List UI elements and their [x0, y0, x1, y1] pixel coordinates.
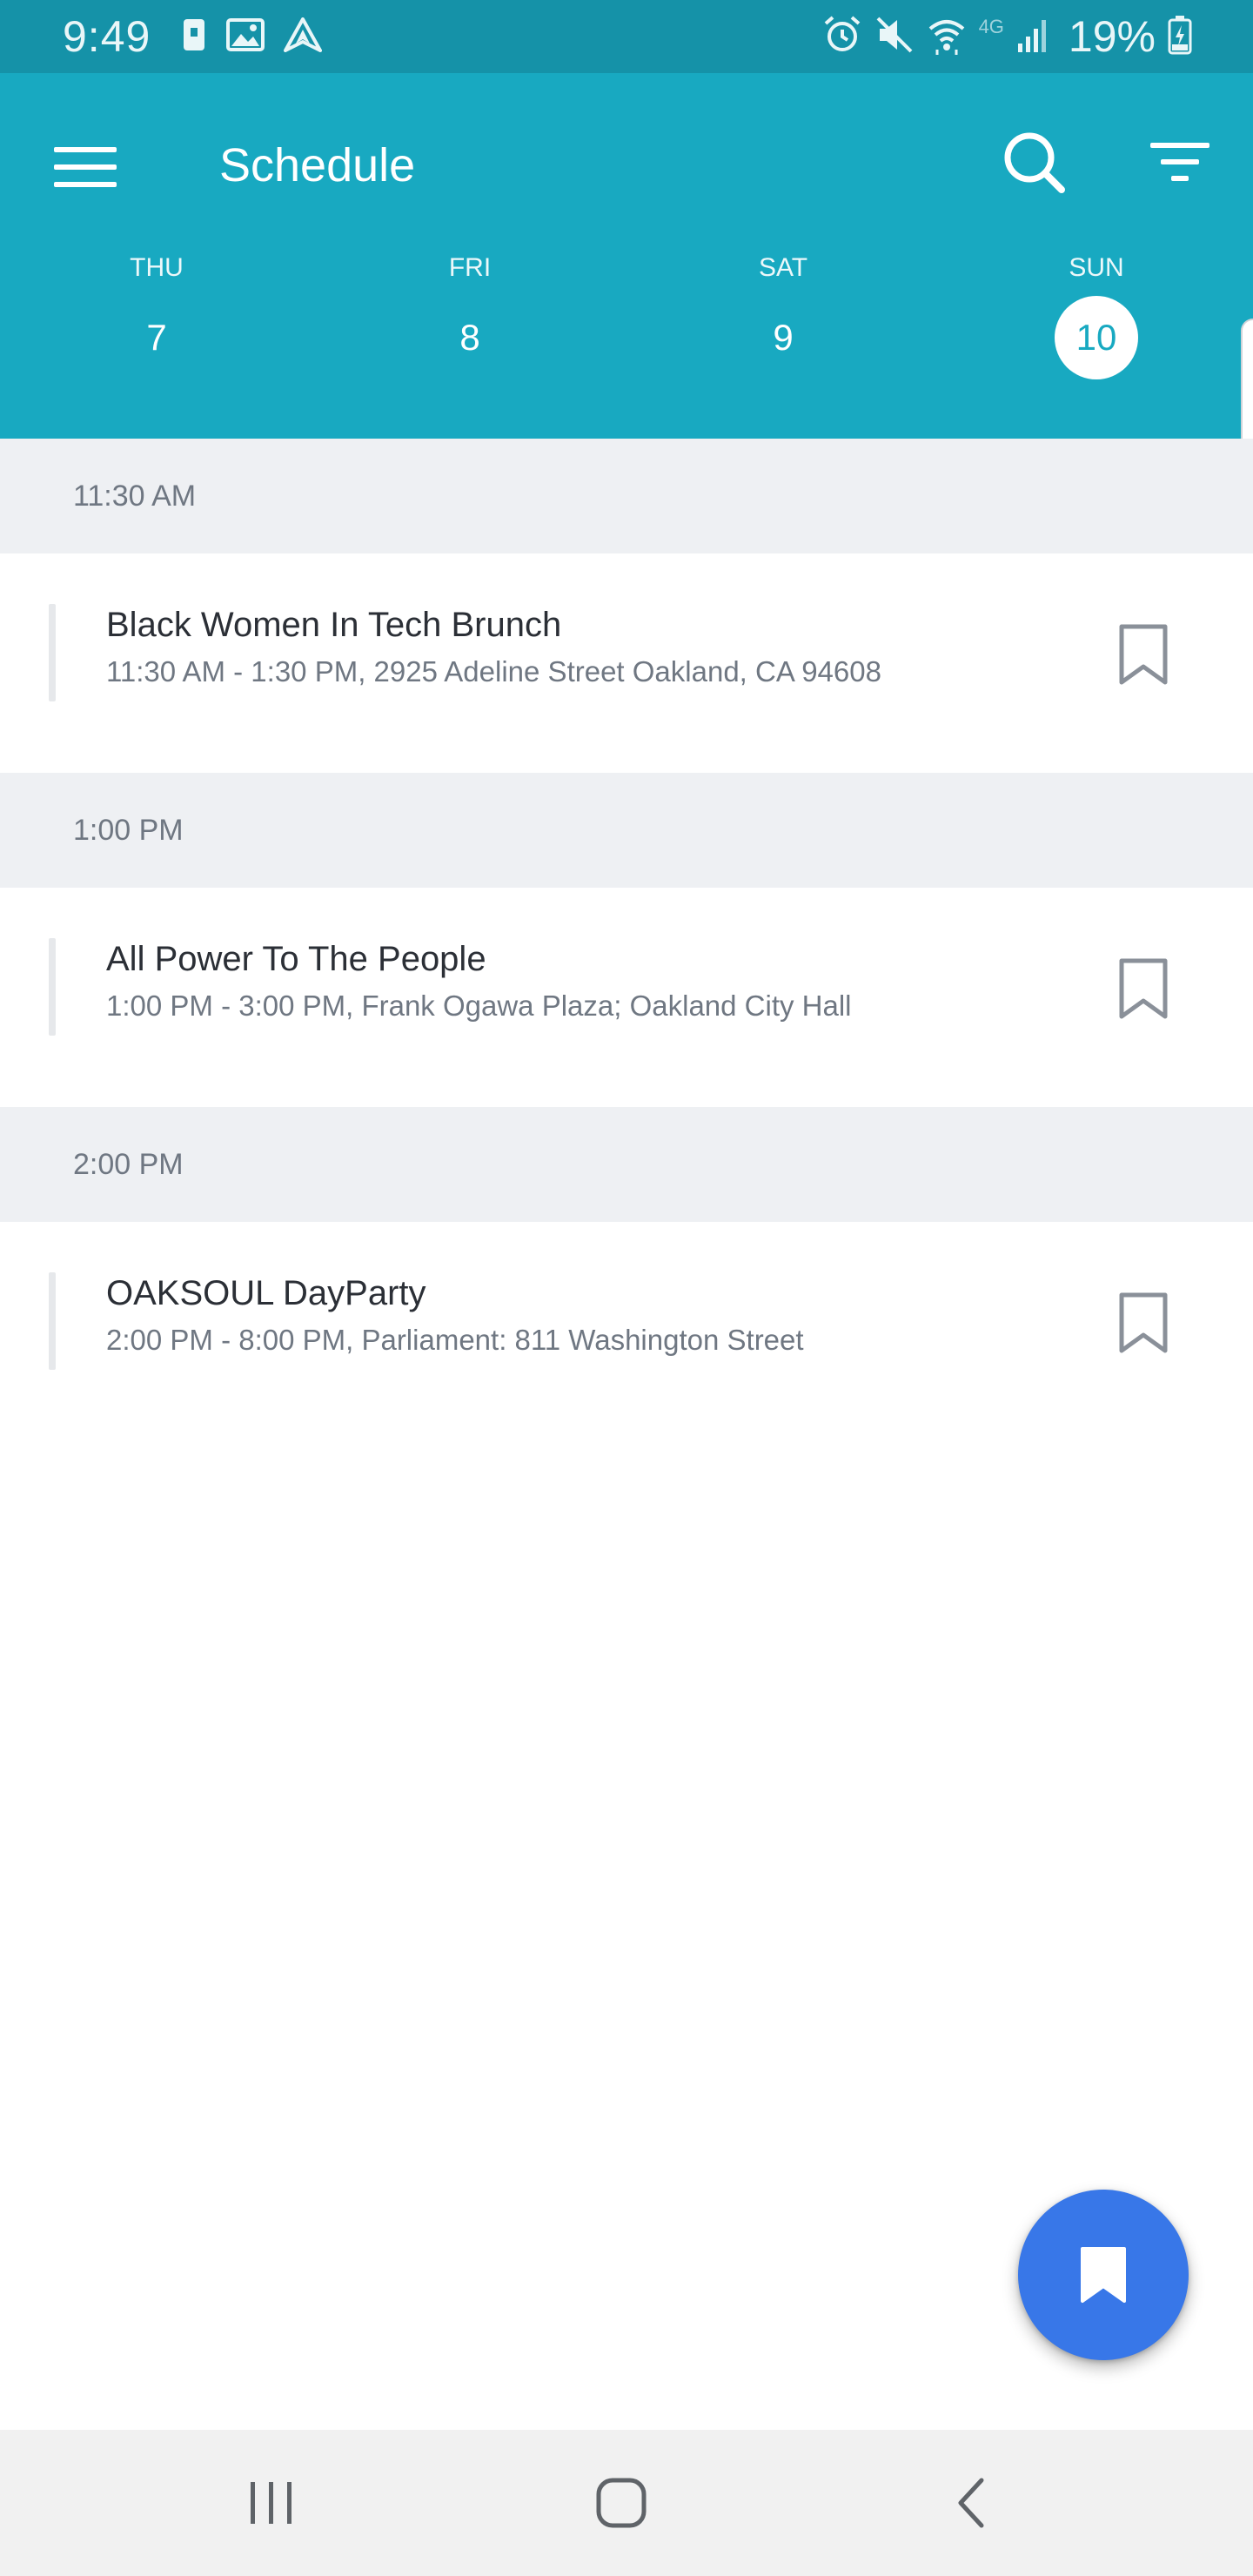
battery-icon [1168, 15, 1192, 59]
day-of-week: FRI [448, 253, 492, 282]
recents-icon [251, 2482, 291, 2524]
battery-percentage: 19% [1068, 12, 1156, 61]
day-number: 7 [146, 317, 167, 358]
time-slot-header: 1:00 PM [0, 773, 1253, 888]
event-title: Black Women In Tech Brunch [106, 606, 562, 644]
filter-icon [1150, 143, 1209, 181]
notification-icon [181, 17, 207, 57]
bookmark-button[interactable] [1103, 1283, 1183, 1363]
time-slot-header: 11:30 AM [0, 439, 1253, 553]
status-time: 9:49 [63, 12, 151, 61]
event-accent-bar [49, 938, 56, 1036]
signal-icon [1016, 16, 1051, 58]
system-navigation-bar [0, 2430, 1253, 2576]
hamburger-menu-icon [54, 147, 117, 187]
search-button[interactable] [992, 120, 1075, 204]
schedule-list: 11:30 AM Black Women In Tech Brunch 11:3… [0, 439, 1253, 1441]
event-details: 1:00 PM - 3:00 PM, Frank Ogawa Plaza; Oa… [106, 989, 852, 1022]
navigation-icon [284, 17, 322, 57]
back-icon [958, 2478, 984, 2528]
event-title: All Power To The People [106, 940, 486, 978]
bookmark-button[interactable] [1103, 949, 1183, 1029]
network-type-label: 4G [978, 16, 1004, 37]
day-tab-sun[interactable]: SUN 10 [1027, 252, 1166, 392]
mute-icon [874, 15, 915, 59]
event-row[interactable]: Black Women In Tech Brunch 11:30 AM - 1:… [0, 553, 1253, 773]
bookmark-outline-icon [1119, 624, 1168, 685]
event-title: OAKSOUL DayParty [106, 1274, 426, 1312]
day-number-selected: 10 [1055, 296, 1138, 379]
time-slot-header: 2:00 PM [0, 1107, 1253, 1222]
bookmark-outline-icon [1119, 958, 1168, 1019]
day-number: 9 [773, 317, 794, 358]
event-details: 11:30 AM - 1:30 PM, 2925 Adeline Street … [106, 655, 881, 688]
back-button[interactable] [928, 2459, 1015, 2546]
day-number: 8 [459, 317, 480, 358]
day-tab-thu[interactable]: THU 7 [87, 252, 226, 392]
event-details: 2:00 PM - 8:00 PM, Parliament: 811 Washi… [106, 1324, 804, 1356]
day-of-week: THU [130, 253, 184, 282]
bookmark-button[interactable] [1103, 614, 1183, 694]
event-accent-bar [49, 1272, 56, 1370]
page-title: Schedule [219, 139, 416, 191]
status-notification-icons [181, 17, 322, 56]
home-button[interactable] [578, 2459, 665, 2546]
image-icon [226, 17, 265, 57]
day-of-week: SAT [758, 253, 808, 282]
event-accent-bar [49, 604, 56, 701]
bookmark-icon [1081, 2247, 1126, 2303]
bookmark-outline-icon [1119, 1292, 1168, 1353]
day-tab-sat[interactable]: SAT 9 [714, 252, 853, 392]
filter-button[interactable] [1138, 120, 1222, 204]
status-bar: 9:49 4G 19% [0, 0, 1253, 73]
home-icon [596, 2478, 647, 2528]
status-system-icons: 4G 19% [822, 12, 1192, 61]
wifi-icon [927, 15, 967, 59]
menu-button[interactable] [44, 125, 127, 209]
day-of-week: SUN [1069, 253, 1124, 282]
day-tab-fri[interactable]: FRI 8 [400, 252, 539, 392]
alarm-icon [822, 15, 862, 59]
search-icon [1004, 132, 1065, 193]
recents-button[interactable] [228, 2459, 315, 2546]
app-bar: Schedule THU 7 FRI 8 SAT 9 SUN 10 [0, 73, 1253, 439]
event-row[interactable]: OAKSOUL DayParty 2:00 PM - 8:00 PM, Parl… [0, 1222, 1253, 1441]
event-row[interactable]: All Power To The People 1:00 PM - 3:00 P… [0, 888, 1253, 1107]
bookmarks-fab[interactable] [1018, 2190, 1189, 2360]
